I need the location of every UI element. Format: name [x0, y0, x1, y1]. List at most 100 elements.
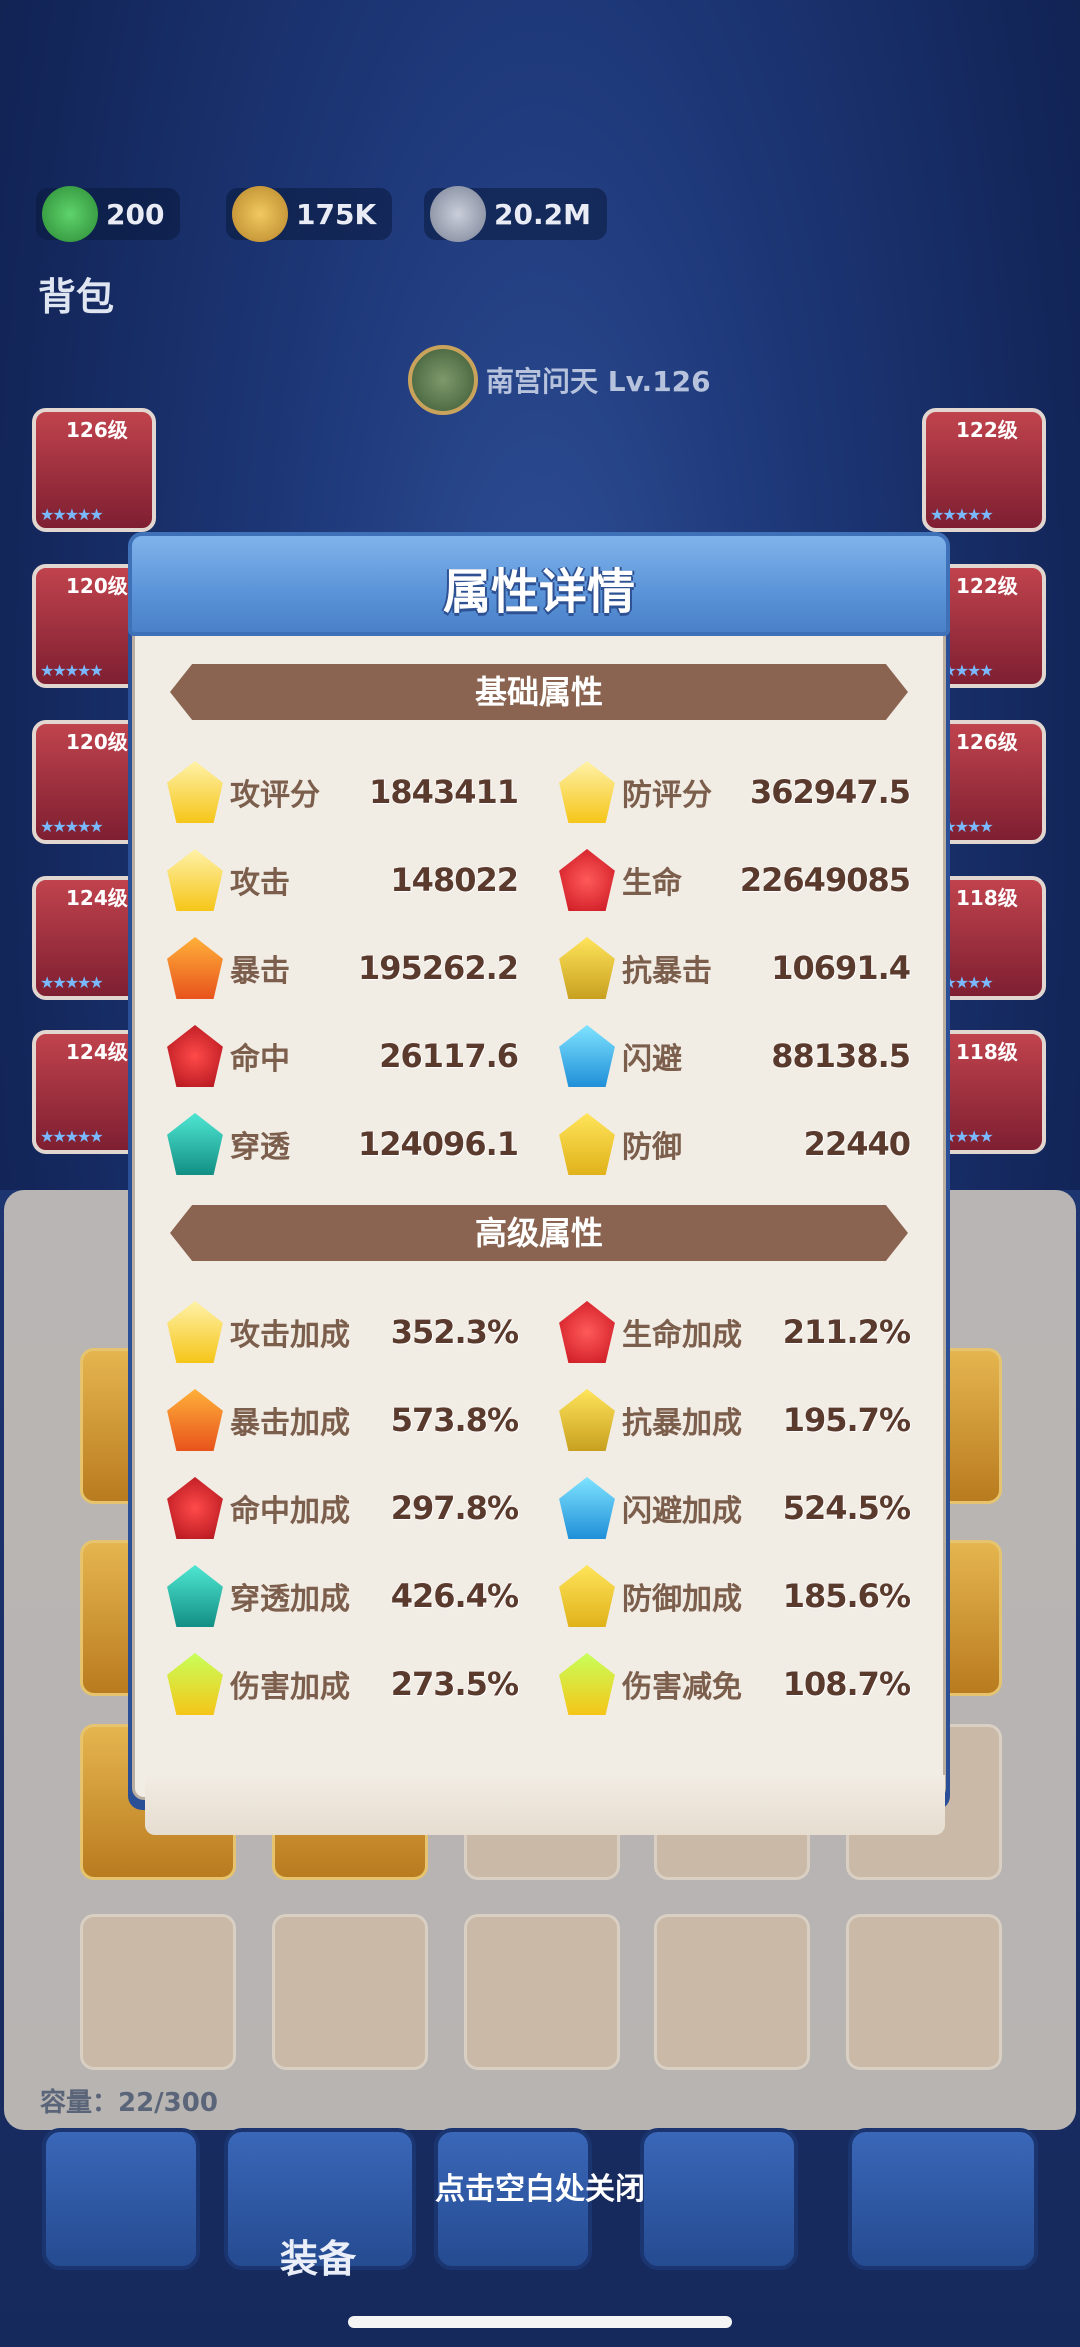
dodge-bonus-icon [559, 1477, 615, 1539]
stat-value: 362947.5 [749, 773, 911, 811]
stat-label: 抗暴击 [622, 954, 712, 989]
pierce-bonus-icon [167, 1565, 223, 1627]
gold-coin-icon [232, 186, 288, 242]
home-indicator[interactable] [348, 2316, 732, 2328]
stat-label: 攻击 [230, 866, 290, 901]
stat-label: 暴击 [230, 954, 290, 989]
anti-crit-bonus-icon [559, 1389, 615, 1451]
silver-coin-icon [430, 186, 486, 242]
gold-count: 175K [296, 197, 377, 231]
stat-anti-crit: 抗暴击 10691.4 [556, 933, 911, 1003]
slot-level: 120级 [66, 574, 128, 598]
stat-value: 108.7% [782, 1665, 911, 1703]
stat-crit: 暴击 195262.2 [164, 933, 519, 1003]
stat-dodge-bonus: 闪避加成 524.5% [556, 1473, 911, 1543]
stat-value: 211.2% [782, 1313, 911, 1351]
heart-icon [559, 849, 615, 911]
stat-value: 26117.6 [379, 1037, 519, 1075]
stat-damage-reduction: 伤害减免 108.7% [556, 1649, 911, 1719]
stat-value: 524.5% [782, 1489, 911, 1527]
stat-label: 命中 [230, 1042, 290, 1077]
stat-value: 426.4% [390, 1577, 519, 1615]
inventory-empty-slot [80, 1914, 236, 2070]
crosshair-icon [167, 1025, 223, 1087]
slot-stars: ★★★★★ [40, 817, 104, 836]
stat-label: 抗暴加成 [622, 1406, 742, 1441]
inventory-empty-slot [846, 1914, 1002, 2070]
basic-section-header: 基础属性 [170, 664, 908, 720]
crit-bonus-icon [167, 1389, 223, 1451]
stat-label: 穿透加成 [230, 1582, 350, 1617]
stat-label: 伤害加成 [230, 1670, 350, 1705]
stat-crosshair: 命中 26117.6 [164, 1021, 519, 1091]
stat-label: 伤害减免 [622, 1670, 742, 1705]
slot-stars: ★★★★★ [40, 973, 104, 992]
stat-attack-bonus: 攻击加成 352.3% [164, 1297, 519, 1367]
inventory-empty-slot [464, 1914, 620, 2070]
slot-level: 124级 [66, 886, 128, 910]
stat-value: 195.7% [782, 1401, 911, 1439]
close-hint[interactable]: 点击空白处关闭 [0, 2164, 1080, 2208]
basic-section-title: 基础属性 [474, 673, 603, 711]
stat-health-bonus: 生命加成 211.2% [556, 1297, 911, 1367]
slot-level: 122级 [956, 418, 1018, 442]
stat-anti-crit-bonus: 抗暴加成 195.7% [556, 1385, 911, 1455]
stat-attack-rating: 攻评分 1843411 [164, 757, 519, 827]
hero-name-text: 南宫问天 Lv.126 [486, 365, 711, 398]
damage-reduction-icon [559, 1653, 615, 1715]
pierce-icon [167, 1113, 223, 1175]
slot-stars: ★★★★★ [40, 505, 104, 524]
stat-heart: 生命 22649085 [556, 845, 911, 915]
stat-defense-rating: 防评分 362947.5 [556, 757, 911, 827]
stat-value: 22440 [803, 1125, 911, 1163]
silver-count: 20.2M [494, 197, 591, 231]
slot-stars: ★★★★★ [40, 661, 104, 680]
stat-label: 生命 [622, 866, 682, 901]
stat-dodge: 闪避 88138.5 [556, 1021, 911, 1091]
capacity-label: 容量：22/300 [40, 2088, 218, 2118]
stat-value: 88138.5 [771, 1037, 911, 1075]
stat-value: 10691.4 [771, 949, 911, 987]
stat-label: 生命加成 [622, 1318, 742, 1353]
equip-slot-right-1[interactable]: 122级 ★★★★★ [922, 408, 1046, 532]
stat-value: 573.8% [390, 1401, 519, 1439]
stat-shield: 防御 22440 [556, 1109, 911, 1179]
equip-slot-left-1[interactable]: 126级 ★★★★★ [32, 408, 156, 532]
slot-level: 126级 [66, 418, 128, 442]
attack-rating-icon [167, 761, 223, 823]
slot-stars: ★★★★★ [930, 505, 994, 524]
currency-gems: 200 [36, 186, 181, 242]
stat-value: 297.8% [390, 1489, 519, 1527]
shield-icon [559, 1113, 615, 1175]
modal-title: 属性详情 [442, 564, 635, 620]
hero-name: 南宫问天 Lv.126 [408, 345, 711, 415]
currency-silver: 20.2M [424, 186, 607, 242]
stat-value: 124096.1 [357, 1125, 519, 1163]
stat-value: 148022 [390, 861, 519, 899]
advanced-section-header: 高级属性 [170, 1205, 908, 1261]
gem-plus-icon [42, 186, 98, 242]
defense-rating-icon [559, 761, 615, 823]
health-bonus-icon [559, 1301, 615, 1363]
stat-defense-bonus: 防御加成 185.6% [556, 1561, 911, 1631]
anti-crit-icon [559, 937, 615, 999]
gem-count: 200 [106, 197, 165, 231]
attribute-detail-modal: 属性详情 基础属性 高级属性 攻评分 1843411 防评分 362947.5 攻击 14… [128, 532, 950, 1835]
crit-icon [167, 937, 223, 999]
inventory-empty-slot [654, 1914, 810, 2070]
damage-bonus-icon [167, 1653, 223, 1715]
stat-hit-bonus: 命中加成 297.8% [164, 1473, 519, 1543]
stat-attack: 攻击 148022 [164, 845, 519, 915]
stat-label: 闪避加成 [622, 1494, 742, 1529]
stat-damage-bonus: 伤害加成 273.5% [164, 1649, 519, 1719]
stat-value: 22649085 [739, 861, 911, 899]
stat-label: 防御 [622, 1130, 682, 1165]
stat-label: 命中加成 [230, 1494, 350, 1529]
hero-emblem-icon [408, 345, 478, 415]
attack-icon [167, 849, 223, 911]
slot-level: 124级 [66, 1040, 128, 1064]
stat-label: 暴击加成 [230, 1406, 350, 1441]
attack-bonus-icon [167, 1301, 223, 1363]
stat-label: 穿透 [230, 1130, 290, 1165]
modal-bottom-decoration [145, 1775, 945, 1835]
